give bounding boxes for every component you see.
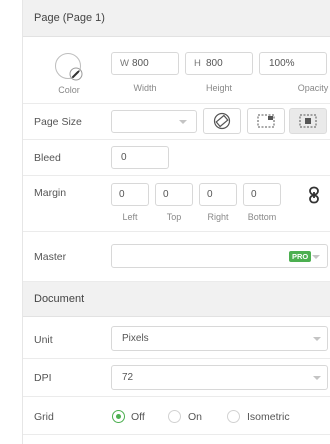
height-label: Height xyxy=(205,83,232,93)
height-input[interactable]: H 800 xyxy=(185,52,253,75)
grid-on-label: On xyxy=(188,411,203,423)
orientation-button[interactable] xyxy=(203,108,241,134)
bleed-view-button[interactable] xyxy=(247,108,285,134)
margin-row: Margin 0 Left 0 Top 0 Right 0 Bottom xyxy=(23,176,330,232)
margin-view-button[interactable] xyxy=(289,108,327,134)
pro-badge: PRO xyxy=(289,251,312,262)
width-prefix: W xyxy=(120,58,129,69)
margin-right-value: 0 xyxy=(207,189,213,200)
margin-label: Margin xyxy=(34,187,67,199)
grid-isometric-radio[interactable] xyxy=(227,410,240,423)
margin-link-toggle[interactable] xyxy=(306,186,322,204)
margin-left-label: Left xyxy=(122,212,138,222)
unit-value: Pixels xyxy=(122,333,149,344)
grid-off-radio[interactable] xyxy=(112,410,125,423)
link-chain-icon xyxy=(309,186,319,204)
margin-top-input[interactable]: 0 xyxy=(155,183,193,206)
color-swatch[interactable] xyxy=(55,53,83,81)
unit-row: Unit Pixels xyxy=(23,317,330,359)
bleed-input[interactable]: 0 xyxy=(111,146,169,169)
width-input[interactable]: W 800 xyxy=(111,52,179,75)
width-value: 800 xyxy=(132,58,149,69)
page-size-label: Page Size xyxy=(34,116,82,128)
margin-frame-icon xyxy=(299,114,317,128)
unit-dropdown[interactable]: Pixels xyxy=(111,326,328,351)
bleed-frame-icon xyxy=(257,114,275,128)
master-row: Master PRO xyxy=(23,232,330,282)
document-section-title: Document xyxy=(34,293,85,305)
chevron-down-icon xyxy=(179,120,187,124)
grid-off-label: Off xyxy=(131,411,145,423)
page-section-title: Page (Page 1) xyxy=(34,12,105,24)
master-dropdown[interactable]: PRO xyxy=(111,244,328,268)
page-size-dropdown[interactable] xyxy=(111,110,197,133)
dpi-dropdown[interactable]: 72 xyxy=(111,365,328,390)
page-size-row: Page Size xyxy=(23,104,330,140)
color-label: Color xyxy=(58,85,80,95)
width-label: Width xyxy=(133,83,157,93)
margin-top-label: Top xyxy=(166,212,182,222)
margin-left-value: 0 xyxy=(119,189,125,200)
bleed-row: Bleed 0 xyxy=(23,140,330,176)
height-value: 800 xyxy=(206,58,223,69)
height-prefix: H xyxy=(194,58,201,69)
page-section-header: Page (Page 1) xyxy=(23,0,330,37)
bleed-value: 0 xyxy=(121,152,127,163)
grid-label: Grid xyxy=(34,411,54,423)
margin-bottom-label: Bottom xyxy=(247,212,277,222)
properties-panel: Page (Page 1) Color W 800 Width H 800 He… xyxy=(22,0,330,444)
margin-bottom-value: 0 xyxy=(251,189,257,200)
grid-isometric-label: Isometric xyxy=(247,411,290,423)
margin-bottom-input[interactable]: 0 xyxy=(243,183,281,206)
grid-on-radio[interactable] xyxy=(168,410,181,423)
chevron-down-icon xyxy=(313,337,321,341)
bleed-label: Bleed xyxy=(34,152,61,164)
rotate-orientation-icon xyxy=(213,112,231,130)
opacity-value: 100% xyxy=(269,58,295,69)
dpi-value: 72 xyxy=(122,372,134,383)
eyedropper-icon xyxy=(69,67,83,81)
margin-right-input[interactable]: 0 xyxy=(199,183,237,206)
opacity-input[interactable]: 100% xyxy=(259,52,327,75)
margin-top-value: 0 xyxy=(163,189,169,200)
margin-right-label: Right xyxy=(207,212,229,222)
dpi-label: DPI xyxy=(34,372,52,384)
document-section-header: Document xyxy=(23,282,330,317)
chevron-down-icon xyxy=(313,376,321,380)
canvas-edge xyxy=(0,0,22,444)
grid-row: Grid Off On Isometric xyxy=(23,397,330,435)
page-properties-row: Color W 800 Width H 800 Height 100% Opac… xyxy=(23,37,330,104)
opacity-label: Opacity xyxy=(297,83,329,93)
master-label: Master xyxy=(34,251,67,263)
chevron-down-icon xyxy=(312,255,320,259)
dpi-row: DPI 72 xyxy=(23,359,330,397)
unit-label: Unit xyxy=(34,334,53,346)
margin-left-input[interactable]: 0 xyxy=(111,183,149,206)
